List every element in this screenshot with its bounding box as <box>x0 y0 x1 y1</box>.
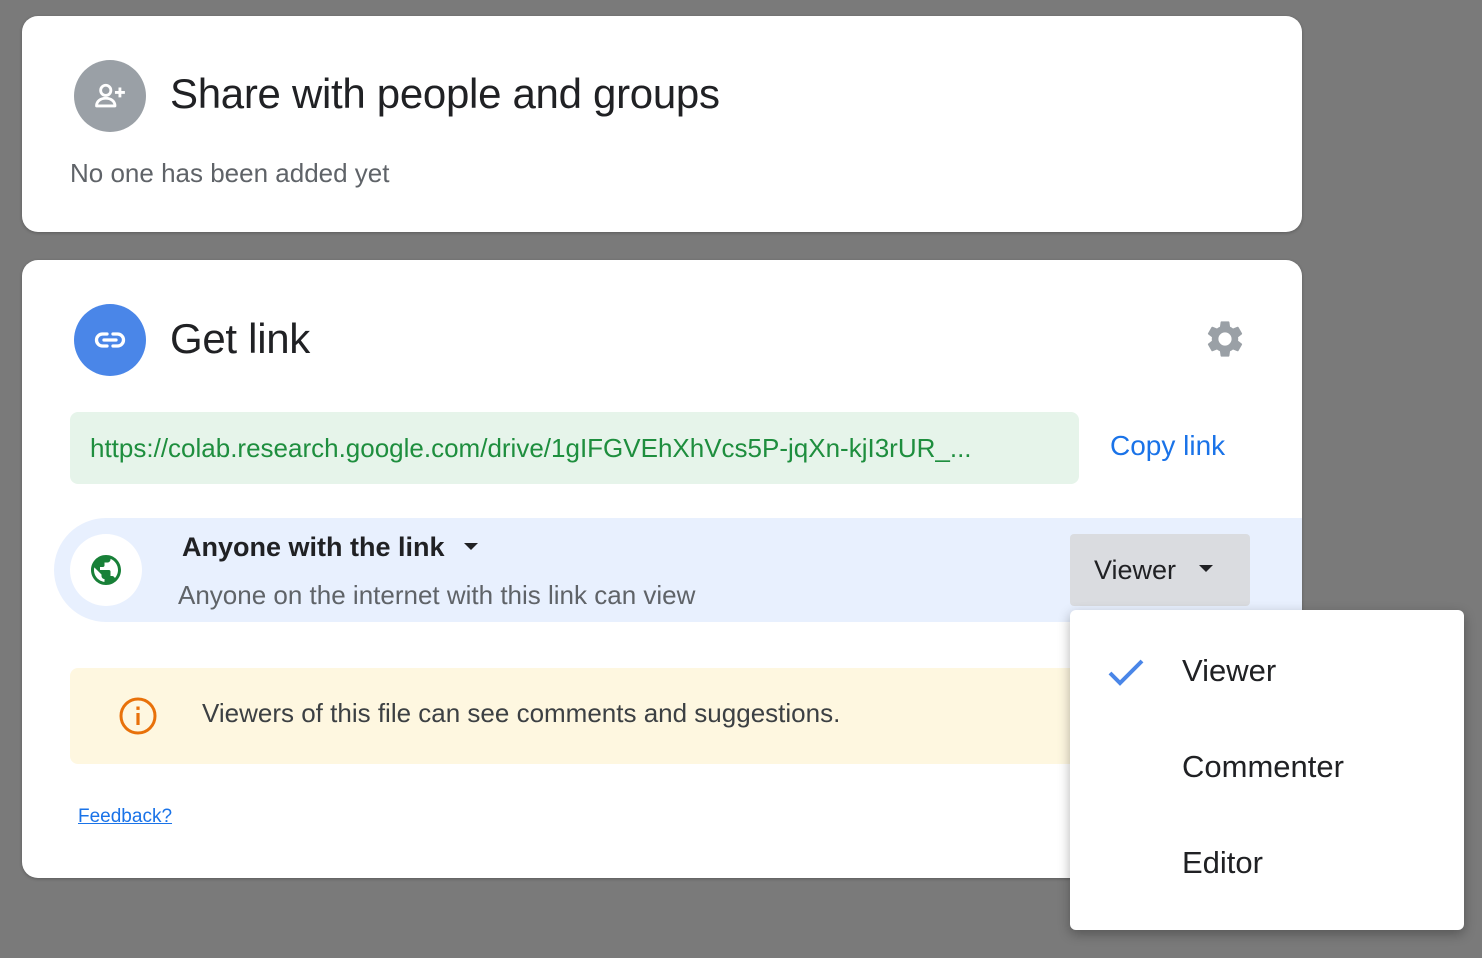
globe-icon <box>70 534 142 606</box>
share-title: Share with people and groups <box>170 70 720 117</box>
link-url-field[interactable]: https://colab.research.google.com/drive/… <box>70 412 1079 484</box>
check-icon <box>1106 655 1146 696</box>
gear-icon[interactable] <box>1202 316 1248 362</box>
person-add-icon <box>74 60 146 132</box>
menu-item-commenter[interactable]: Commenter <box>1070 721 1464 817</box>
menu-item-editor[interactable]: Editor <box>1070 817 1464 913</box>
link-icon <box>74 304 146 376</box>
menu-item-viewer[interactable]: Viewer <box>1070 625 1464 721</box>
access-description: Anyone on the internet with this link ca… <box>178 580 696 610</box>
chevron-down-icon <box>1198 561 1214 579</box>
menu-item-label: Commenter <box>1182 749 1344 784</box>
access-scope-label: Anyone with the link <box>182 532 445 562</box>
share-empty-message: No one has been added yet <box>70 158 390 188</box>
role-dropdown-button[interactable]: Viewer <box>1070 534 1250 606</box>
access-scope-dropdown[interactable]: Anyone with the link <box>182 532 479 563</box>
info-notice: Viewers of this file can see comments an… <box>70 668 1120 764</box>
chevron-down-icon <box>463 539 479 557</box>
copy-link-button[interactable]: Copy link <box>1110 430 1225 462</box>
role-dropdown-label: Viewer <box>1094 554 1177 585</box>
role-menu: Viewer Commenter Editor <box>1070 610 1464 930</box>
menu-item-label: Editor <box>1182 845 1263 880</box>
get-link-title: Get link <box>170 315 310 362</box>
feedback-link[interactable]: Feedback? <box>78 806 172 828</box>
general-access-row: Anyone with the link Anyone on the inter… <box>54 518 1302 622</box>
info-icon <box>118 696 158 741</box>
share-people-card: Share with people and groups No one has … <box>22 16 1302 232</box>
info-notice-text: Viewers of this file can see comments an… <box>202 698 841 728</box>
menu-item-label: Viewer <box>1182 653 1277 688</box>
link-url-text: https://colab.research.google.com/drive/… <box>90 432 972 463</box>
